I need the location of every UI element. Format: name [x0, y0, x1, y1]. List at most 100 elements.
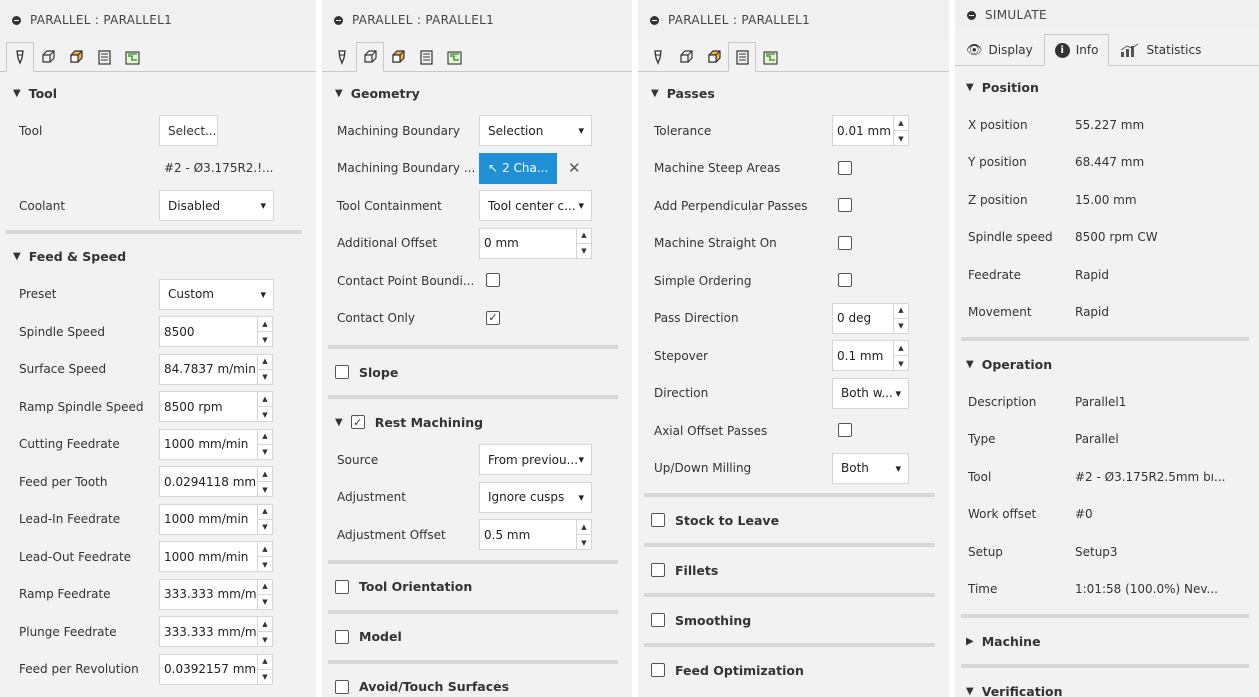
- direction-select[interactable]: Both w...: [832, 377, 909, 409]
- tab-geometry[interactable]: [34, 42, 62, 72]
- tab-linking[interactable]: [756, 42, 784, 72]
- feed-field-input[interactable]: 1000 mm/min ▲ ▼: [159, 503, 273, 535]
- stepper[interactable]: ▲ ▼: [257, 354, 272, 384]
- tab-heights[interactable]: [62, 42, 90, 72]
- feed-field-input[interactable]: 1000 mm/min ▲ ▼: [159, 428, 273, 460]
- coolant-select[interactable]: Disabled: [159, 190, 274, 222]
- preset-select[interactable]: Custom: [159, 278, 274, 310]
- stepper[interactable]: ▲ ▼: [257, 617, 272, 647]
- stepper[interactable]: ▲ ▼: [257, 317, 272, 347]
- section-stock-to-leave[interactable]: Stock to Leave: [638, 501, 949, 539]
- section-position[interactable]: ▼ Position: [955, 68, 1259, 106]
- section-model[interactable]: Model: [322, 618, 632, 656]
- tab-tool[interactable]: [328, 42, 356, 72]
- additional-offset-input[interactable]: 0 mm ▲ ▼: [479, 227, 592, 259]
- perpendicular-passes-checkbox[interactable]: [838, 198, 852, 212]
- section-passes[interactable]: ▼ Passes: [638, 74, 949, 112]
- axial-offset-checkbox[interactable]: [838, 423, 852, 437]
- tool-containment-select[interactable]: Tool center c...: [479, 190, 592, 222]
- clear-selection-icon[interactable]: ✕: [568, 159, 581, 177]
- stepper[interactable]: ▲ ▼: [893, 341, 908, 371]
- section-avoid-surfaces[interactable]: Avoid/Touch Surfaces: [322, 668, 632, 697]
- slope-checkbox[interactable]: [335, 365, 349, 379]
- source-select[interactable]: From previou...: [479, 444, 592, 476]
- tab-tool[interactable]: [6, 42, 34, 72]
- stepper[interactable]: ▲ ▼: [576, 520, 591, 550]
- feed-field-input[interactable]: 8500 ▲ ▼: [159, 316, 273, 348]
- tab-heights[interactable]: [384, 42, 412, 72]
- stepper[interactable]: ▲ ▼: [257, 579, 272, 609]
- tab-geometry[interactable]: [672, 42, 700, 72]
- tool-containment-row: Tool Containment Tool center c...: [322, 187, 632, 225]
- smoothing-checkbox[interactable]: [651, 613, 665, 627]
- section-operation[interactable]: ▼ Operation: [955, 345, 1259, 383]
- updown-select[interactable]: Both: [832, 452, 909, 484]
- stepper[interactable]: ▲ ▼: [257, 392, 272, 422]
- rest-machining-checkbox[interactable]: ✓: [350, 415, 365, 429]
- boundary-selection-button[interactable]: ↖ 2 Cha...: [479, 152, 557, 184]
- stepper[interactable]: ▲ ▼: [257, 467, 272, 497]
- stepper[interactable]: ▲ ▼: [257, 654, 272, 684]
- contact-point-checkbox[interactable]: [486, 273, 500, 287]
- section-tool-orientation[interactable]: Tool Orientation: [322, 568, 632, 606]
- tab-tool[interactable]: [644, 42, 672, 72]
- simple-ordering-checkbox[interactable]: [838, 273, 852, 287]
- stepper[interactable]: ▲ ▼: [257, 542, 272, 572]
- stock-to-leave-checkbox[interactable]: [651, 513, 665, 527]
- tab-info[interactable]: i Info: [1043, 34, 1110, 66]
- section-feed-optimization[interactable]: Feed Optimization: [638, 651, 949, 689]
- feed-field-input[interactable]: 333.333 mm/mi ▲ ▼: [159, 578, 273, 610]
- tab-linking[interactable]: [118, 42, 146, 72]
- section-feed-speed[interactable]: ▼ Feed & Speed: [0, 238, 316, 276]
- tool-select-button[interactable]: Select...: [159, 115, 218, 147]
- feed-field-row: Cutting Feedrate 1000 mm/min ▲ ▼: [0, 426, 316, 464]
- feed-field-input[interactable]: 1000 mm/min ▲ ▼: [159, 541, 273, 573]
- stepper[interactable]: ▲ ▼: [893, 303, 908, 333]
- adjustment-offset-input[interactable]: 0.5 mm ▲ ▼: [479, 519, 592, 551]
- avoid-surfaces-checkbox[interactable]: [335, 679, 349, 694]
- section-tool[interactable]: ▼ Tool: [0, 74, 316, 112]
- collapse-icon[interactable]: [12, 15, 21, 25]
- model-checkbox[interactable]: [335, 629, 349, 644]
- section-smoothing[interactable]: Smoothing: [638, 601, 949, 639]
- contact-only-checkbox[interactable]: ✓: [486, 310, 500, 325]
- tab-statistics[interactable]: Statistics: [1109, 34, 1212, 66]
- section-fillets[interactable]: Fillets: [638, 551, 949, 589]
- section-rest-machining[interactable]: ▼ ✓ Rest Machining: [322, 403, 632, 441]
- collapse-icon[interactable]: [967, 10, 976, 20]
- fillets-checkbox[interactable]: [651, 563, 665, 577]
- tab-geometry[interactable]: [356, 42, 384, 72]
- adjustment-select[interactable]: Ignore cusps: [479, 481, 592, 513]
- section-verification[interactable]: ▼ Verification: [955, 672, 1259, 697]
- straight-on-checkbox[interactable]: [838, 235, 852, 250]
- tab-display[interactable]: 👁 Display: [955, 34, 1044, 66]
- tolerance-input[interactable]: 0.01 mm ▲ ▼: [832, 115, 909, 147]
- tab-heights[interactable]: [700, 42, 728, 72]
- stepper[interactable]: ▲ ▼: [257, 429, 272, 459]
- geometry-icon: [679, 49, 693, 63]
- position-row: Feedrate Rapid: [955, 256, 1259, 294]
- feed-optimization-checkbox[interactable]: [651, 663, 665, 677]
- stepper[interactable]: ▲ ▼: [893, 116, 908, 146]
- stepper[interactable]: ▲ ▼: [257, 504, 272, 534]
- collapse-icon[interactable]: [650, 15, 659, 25]
- section-slope[interactable]: Slope: [322, 353, 632, 391]
- tool-orientation-checkbox[interactable]: [335, 579, 349, 594]
- feed-field-input[interactable]: 0.0294118 mm ▲ ▼: [159, 466, 273, 498]
- pass-direction-input[interactable]: 0 deg ▲ ▼: [832, 302, 909, 334]
- feed-field-input[interactable]: 333.333 mm/mi ▲ ▼: [159, 616, 273, 648]
- stepover-input[interactable]: 0.1 mm ▲ ▼: [832, 340, 909, 372]
- collapse-icon[interactable]: [334, 15, 343, 25]
- machining-boundary-select[interactable]: Selection: [479, 115, 592, 147]
- section-geometry[interactable]: ▼ Geometry: [322, 74, 632, 112]
- feed-field-input[interactable]: 8500 rpm ▲ ▼: [159, 391, 273, 423]
- tab-passes[interactable]: [412, 42, 440, 72]
- stepper[interactable]: ▲ ▼: [576, 228, 591, 258]
- machine-steep-checkbox[interactable]: [838, 160, 852, 175]
- feed-field-input[interactable]: 84.7837 m/min ▲ ▼: [159, 353, 273, 385]
- section-machine[interactable]: ▶ Machine: [955, 622, 1259, 660]
- tab-passes[interactable]: [90, 42, 118, 72]
- tab-linking[interactable]: [440, 42, 468, 72]
- tab-passes[interactable]: [728, 42, 756, 72]
- feed-field-input[interactable]: 0.0392157 mm ▲ ▼: [159, 653, 273, 685]
